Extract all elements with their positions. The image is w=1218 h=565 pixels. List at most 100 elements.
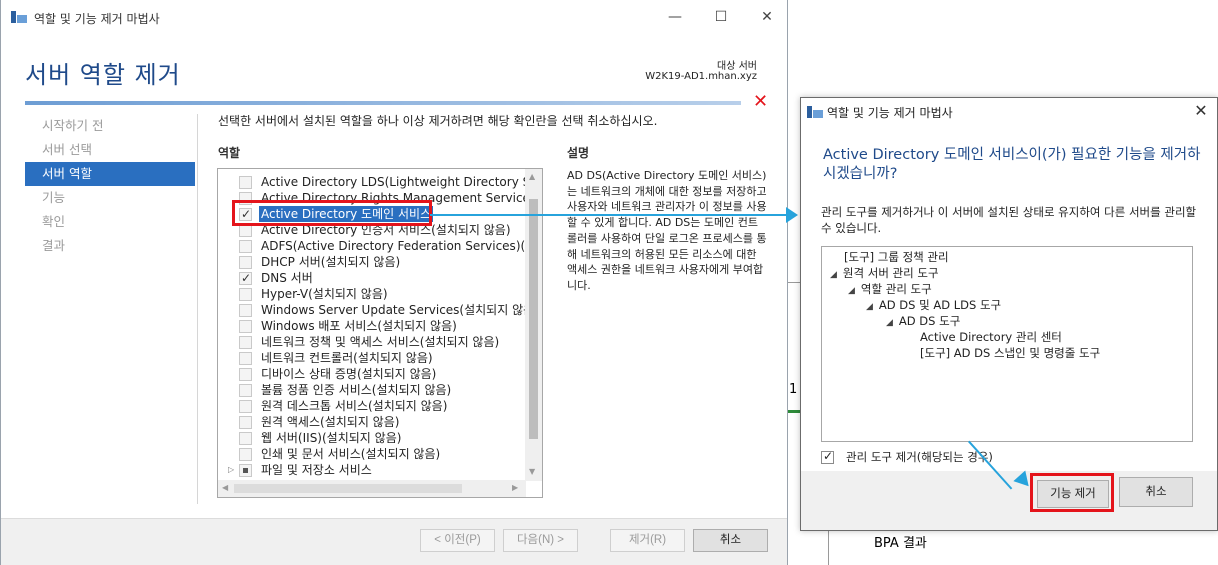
role-row[interactable]: ▷ 파일 및 저장소 서비스 bbox=[218, 462, 526, 478]
role-row[interactable]: DHCP 서버(설치되지 않음) bbox=[218, 254, 526, 270]
scroll-thumb[interactable] bbox=[529, 199, 538, 439]
expand-triangle-icon[interactable]: ▷ bbox=[228, 462, 234, 478]
role-row[interactable]: Hyper-V(설치되지 않음) bbox=[218, 286, 526, 302]
nav-item-results[interactable]: 결과 bbox=[25, 234, 195, 258]
role-label: 원격 액세스(설치되지 않음) bbox=[261, 415, 400, 429]
remove-features-dialog: 역할 및 기능 제거 마법사 ✕ Active Directory 도메인 서비… bbox=[800, 97, 1218, 531]
role-row[interactable]: ADFS(Active Directory Federation Service… bbox=[218, 238, 526, 254]
role-label: ADFS(Active Directory Federation Service… bbox=[261, 239, 526, 253]
nav-item-confirmation[interactable]: 확인 bbox=[25, 210, 195, 234]
cancel-button[interactable]: 취소 bbox=[693, 529, 768, 552]
role-checkbox[interactable] bbox=[239, 464, 252, 477]
dialog-body-text: 관리 도구를 제거하거나 이 서버에 설치된 상태로 유지하여 다른 서버를 관… bbox=[821, 205, 1197, 235]
role-checkbox[interactable] bbox=[239, 352, 252, 365]
role-row[interactable]: 디바이스 상태 증명(설치되지 않음) bbox=[218, 366, 526, 382]
role-checkbox[interactable] bbox=[239, 270, 252, 286]
remove-button[interactable]: 제거(R) bbox=[610, 529, 685, 552]
role-row[interactable]: 네트워크 컨트롤러(설치되지 않음) bbox=[218, 350, 526, 366]
horizontal-scroll-thumb[interactable] bbox=[234, 484, 462, 493]
role-row[interactable]: 네트워크 정책 및 액세스 서비스(설치되지 않음) bbox=[218, 334, 526, 350]
background-fragment-bpa: BPA 결과 bbox=[874, 536, 927, 551]
nav-item-features[interactable]: 기능 bbox=[25, 186, 195, 210]
role-label: DNS 서버 bbox=[261, 271, 313, 285]
role-label: 원격 데스크톱 서비스(설치되지 않음) bbox=[261, 399, 448, 413]
role-row[interactable]: Windows Server Update Services(설치되지 않음) bbox=[218, 302, 526, 318]
tree-item: ◢ 역할 관리 도구 bbox=[848, 281, 932, 297]
role-checkbox[interactable] bbox=[239, 416, 252, 429]
tree-item: Active Directory 관리 센터 bbox=[920, 329, 1062, 345]
target-server-name: W2K19-AD1.mhan.xyz bbox=[645, 71, 757, 82]
role-checkbox[interactable] bbox=[239, 400, 252, 413]
nav-item-server-selection[interactable]: 서버 선택 bbox=[25, 138, 195, 162]
collapse-triangle-icon[interactable]: ◢ bbox=[866, 302, 873, 312]
dialog-heading: Active Directory 도메인 서비스이(가) 필요한 기능을 제거하… bbox=[823, 147, 1201, 182]
roles-horizontal-scrollbar[interactable]: ◀ ▶ bbox=[218, 480, 526, 497]
dialog-footer: 기능 제거 취소 bbox=[801, 471, 1217, 530]
maximize-button[interactable]: ☐ bbox=[698, 0, 744, 34]
remove-roles-wizard-window: 역할 및 기능 제거 마법사 — ☐ ✕ 서버 역할 제거 대상 서버 W2K1… bbox=[0, 0, 788, 565]
wizard-footer: < 이전(P) 다음(N) > 제거(R) 취소 bbox=[1, 518, 787, 565]
next-button[interactable]: 다음(N) > bbox=[503, 529, 578, 552]
role-label: Windows 배포 서비스(설치되지 않음) bbox=[261, 319, 457, 333]
role-checkbox[interactable] bbox=[239, 368, 252, 381]
minimize-button[interactable]: — bbox=[652, 0, 698, 34]
annotation-arrow-head bbox=[786, 207, 798, 223]
previous-button[interactable]: < 이전(P) bbox=[420, 529, 495, 552]
collapse-triangle-icon[interactable]: ◢ bbox=[848, 286, 855, 296]
role-row[interactable]: Windows 배포 서비스(설치되지 않음) bbox=[218, 318, 526, 334]
background-fragment-digit: 1 bbox=[789, 382, 798, 397]
role-label: 웹 서버(IIS)(설치되지 않음) bbox=[261, 431, 402, 445]
role-row[interactable]: 웹 서버(IIS)(설치되지 않음) bbox=[218, 430, 526, 446]
instruction-text: 선택한 서버에서 설치된 역할을 하나 이상 제거하려면 해당 확인란을 선택 … bbox=[218, 114, 658, 128]
nav-item-server-roles[interactable]: 서버 역할 bbox=[25, 162, 195, 186]
role-row[interactable]: 원격 액세스(설치되지 않음) bbox=[218, 414, 526, 430]
scroll-left-icon[interactable]: ◀ bbox=[222, 483, 228, 492]
role-row[interactable]: DNS 서버 bbox=[218, 270, 526, 286]
tree-item: ◢ AD DS 및 AD LDS 도구 bbox=[866, 297, 1001, 313]
role-row[interactable]: 인쇄 및 문서 서비스(설치되지 않음) bbox=[218, 446, 526, 462]
role-label: 파일 및 저장소 서비스 bbox=[261, 463, 372, 477]
role-label: 인쇄 및 문서 서비스(설치되지 않음) bbox=[261, 447, 441, 461]
page-title: 서버 역할 제거 bbox=[25, 61, 181, 89]
role-label: Hyper-V(설치되지 않음) bbox=[261, 287, 388, 301]
role-label: 디바이스 상태 증명(설치되지 않음) bbox=[261, 367, 437, 381]
scroll-right-icon[interactable]: ▶ bbox=[512, 483, 518, 492]
close-button[interactable]: ✕ bbox=[744, 0, 790, 34]
role-label: Active Directory LDS(Lightweight Directo… bbox=[261, 175, 526, 189]
dialog-close-button[interactable]: ✕ bbox=[1191, 100, 1211, 122]
tree-item-label: [도구] 그룹 정책 관리 bbox=[844, 250, 949, 264]
role-row[interactable]: Active Directory LDS(Lightweight Directo… bbox=[218, 174, 526, 190]
collapse-triangle-icon[interactable]: ◢ bbox=[830, 270, 837, 280]
error-x-icon: ✕ bbox=[753, 91, 769, 112]
role-checkbox[interactable] bbox=[239, 320, 252, 333]
scroll-down-icon[interactable]: ▼ bbox=[529, 467, 535, 476]
role-row[interactable]: 볼륨 정품 인증 서비스(설치되지 않음) bbox=[218, 382, 526, 398]
tree-item-label: [도구] AD DS 스냅인 및 명령줄 도구 bbox=[920, 346, 1101, 360]
scroll-up-icon[interactable]: ▲ bbox=[529, 172, 535, 181]
header-progress-bar bbox=[25, 101, 741, 105]
tree-item: ◢ 원격 서버 관리 도구 bbox=[830, 265, 939, 281]
dialog-title: 역할 및 기능 제거 마법사 bbox=[827, 106, 953, 120]
tree-item: ◢ AD DS 도구 bbox=[886, 313, 960, 329]
role-checkbox[interactable] bbox=[239, 176, 252, 189]
roles-heading: 역할 bbox=[218, 146, 241, 160]
remove-management-tools-checkbox[interactable] bbox=[821, 449, 834, 464]
role-checkbox[interactable] bbox=[239, 288, 252, 301]
role-checkbox[interactable] bbox=[239, 240, 252, 253]
nav-item-before-you-begin[interactable]: 시작하기 전 bbox=[25, 114, 195, 138]
role-checkbox[interactable] bbox=[239, 448, 252, 461]
role-checkbox[interactable] bbox=[239, 336, 252, 349]
annotation-arrow-line bbox=[430, 214, 792, 216]
features-tree: [도구] 그룹 정책 관리 ◢ 원격 서버 관리 도구 ◢ 역할 관리 도구 ◢ AD… bbox=[821, 246, 1193, 442]
role-row[interactable]: 원격 데스크톱 서비스(설치되지 않음) bbox=[218, 398, 526, 414]
dialog-cancel-button[interactable]: 취소 bbox=[1119, 477, 1193, 507]
tree-item-label: AD DS 도구 bbox=[898, 314, 961, 328]
background-status-bar bbox=[788, 410, 800, 413]
role-checkbox[interactable] bbox=[239, 304, 252, 317]
collapse-triangle-icon[interactable]: ◢ bbox=[886, 318, 893, 328]
role-checkbox[interactable] bbox=[239, 384, 252, 397]
role-checkbox[interactable] bbox=[239, 432, 252, 445]
role-label: DHCP 서버(설치되지 않음) bbox=[261, 255, 401, 269]
role-label: 네트워크 컨트롤러(설치되지 않음) bbox=[261, 351, 433, 365]
role-checkbox[interactable] bbox=[239, 256, 252, 269]
